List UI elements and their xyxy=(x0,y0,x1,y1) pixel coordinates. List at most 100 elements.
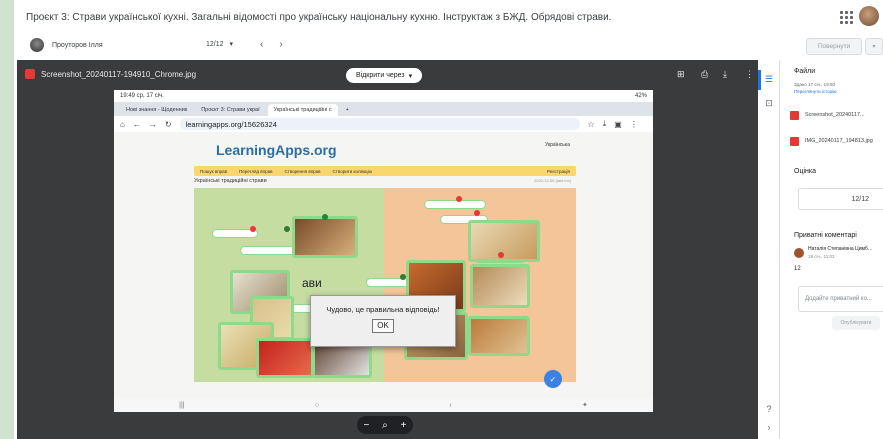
google-apps-icon[interactable] xyxy=(839,10,853,24)
attached-file[interactable]: IMG_20240117_194813.jpg xyxy=(790,134,883,148)
browser-url-row: ⌂ ← → ↻ learningapps.org/15626324 ☆ ⤓ ▣ … xyxy=(114,116,653,132)
connector-dot xyxy=(498,252,504,258)
food-card xyxy=(468,316,530,356)
prev-student-button[interactable]: ‹ xyxy=(260,39,263,50)
tabs-count-icon: ▣ xyxy=(614,119,622,129)
exercise-title: Українські традиційні страви xyxy=(194,178,267,184)
game-fragment-text: ави xyxy=(302,276,322,290)
assignment-header: Проєкт 3: Страви української кухні. Зага… xyxy=(14,0,883,34)
browser-tab: Проєкт 3: Страви украї xyxy=(195,104,266,116)
zoom-controls: − ⌕ + xyxy=(357,416,413,434)
screenshot-image: 19:49 ср, 17 січ. 42% Нові знання - Щоде… xyxy=(114,90,653,412)
answer-slot xyxy=(240,246,300,255)
food-card xyxy=(468,220,540,262)
accessibility-icon: ✦ xyxy=(581,402,588,409)
phone-status-bar: 19:49 ср, 17 січ. 42% xyxy=(114,90,653,102)
la-menu-item: Створити колекцію xyxy=(332,168,373,174)
zoom-in-button[interactable]: + xyxy=(401,420,407,431)
side-rail: ☰ ⊡ ? › xyxy=(758,60,780,439)
home-button-icon: ○ xyxy=(314,401,320,409)
learningapps-page: LearningApps.org Українська Пошук вправ … xyxy=(114,132,653,398)
status-battery: 42% xyxy=(634,93,647,99)
add-comment-icon[interactable]: ⊞ xyxy=(677,69,685,80)
comment-time: 19 січ., 11:03 xyxy=(808,254,835,259)
private-comment-input[interactable]: Додайте приватний ко... xyxy=(798,286,883,312)
help-icon[interactable]: ? xyxy=(763,404,775,416)
connector-dot xyxy=(284,226,290,232)
rubric-tab-icon[interactable]: ⊡ xyxy=(763,98,775,110)
grade-input[interactable]: 12/12 xyxy=(798,188,883,210)
return-dropdown-button[interactable]: ▾ xyxy=(865,38,883,55)
chevron-down-icon: ▾ xyxy=(229,41,234,48)
file-name: Screenshot_20240117... xyxy=(805,112,865,118)
food-card xyxy=(470,264,530,308)
la-language: Українська xyxy=(544,142,570,148)
exercise-date: 2020-12-06 (last mn) xyxy=(534,178,572,183)
matching-game-area: ави xyxy=(194,188,576,382)
image-file-icon xyxy=(25,69,35,79)
la-menu-bar: Пошук вправ Перегляд вправ Створення впр… xyxy=(194,166,576,176)
image-file-icon xyxy=(790,110,799,120)
student-name[interactable]: Проуторов Ілля xyxy=(52,42,103,49)
download-icon[interactable]: ⤓ xyxy=(723,69,727,80)
recents-icon: ||| xyxy=(179,401,185,409)
food-card xyxy=(292,216,358,258)
student-toolbar: Проуторов Ілля 12/12 ▾ ‹ › xyxy=(14,34,883,56)
open-with-label: Відкрити через xyxy=(356,72,405,79)
classroom-grading-window: Проєкт 3: Страви української кухні. Зага… xyxy=(14,0,883,439)
zoom-out-button[interactable]: − xyxy=(363,420,369,431)
rail-active-indicator xyxy=(758,70,761,90)
la-search: Пошук вправ xyxy=(200,168,228,174)
post-comment-button[interactable]: Опублікувати xyxy=(832,316,880,330)
la-menu-item: Перегляд вправ xyxy=(239,168,273,174)
browser-tab: Нові знання - Щоденник xyxy=(120,104,194,116)
new-tab-icon: + xyxy=(339,104,355,116)
print-icon[interactable]: ⎙ xyxy=(701,69,708,80)
zoom-icon: ⌕ xyxy=(382,419,388,431)
commenter-name: Наталія Степанівна Цимб… xyxy=(808,246,873,252)
star-icon: ☆ xyxy=(587,119,595,129)
download-icon: ⤓ xyxy=(602,119,607,128)
home-icon: ⌂ xyxy=(120,119,125,129)
student-nav: ‹ › xyxy=(260,39,283,50)
check-answer-button: ✓ xyxy=(544,370,562,388)
assignment-title: Проєкт 3: Страви української кухні. Зага… xyxy=(26,11,612,23)
browser-tab-strip: Нові знання - Щоденник Проєкт 3: Страви … xyxy=(114,102,653,116)
viewer-filename: Screenshot_20240117-194910_Chrome.jpg xyxy=(41,69,197,79)
next-student-button[interactable]: › xyxy=(279,39,282,50)
connector-dot xyxy=(250,226,256,232)
food-card xyxy=(256,338,314,378)
connector-dot xyxy=(322,214,328,220)
image-file-icon xyxy=(790,136,799,146)
dialog-message: Чудово, це правильна відповідь! xyxy=(326,305,440,314)
files-meta: Здано 17 січ., 19:50 xyxy=(794,82,835,87)
status-time: 19:49 ср, 17 січ. xyxy=(120,93,164,99)
grade-value: 12/12 xyxy=(851,195,869,203)
chevron-down-icon: ▾ xyxy=(408,72,413,80)
more-options-icon[interactable]: ⋮ xyxy=(745,69,754,80)
la-header: LearningApps.org Українська xyxy=(194,134,576,166)
attached-file[interactable]: Screenshot_20240117... xyxy=(790,108,883,122)
menu-icon: ⋮ xyxy=(629,119,638,129)
answer-slot xyxy=(424,200,486,209)
viewer-toolbar: Screenshot_20240117-194910_Chrome.jpg Ві… xyxy=(17,60,758,88)
url-field: learningapps.org/15626324 xyxy=(179,118,580,130)
alert-dialog: Чудово, це правильна відповідь! OK xyxy=(310,295,456,347)
browser-tab-active: Українські традиційні с xyxy=(267,104,338,116)
collapse-icon[interactable]: › xyxy=(763,422,775,434)
student-avatar xyxy=(30,38,44,52)
student-grade-value: 12/12 xyxy=(206,40,224,48)
files-title: Файли xyxy=(794,68,816,75)
return-button[interactable]: Повернути xyxy=(806,38,862,55)
back-icon: ← xyxy=(132,119,141,129)
open-with-button[interactable]: Відкрити через ▾ xyxy=(346,68,423,83)
files-tab-icon[interactable]: ☰ xyxy=(763,74,775,86)
account-avatar[interactable] xyxy=(859,6,879,26)
history-link[interactable]: Переглянути історію xyxy=(794,89,837,94)
file-name: IMG_20240117_194813.jpg xyxy=(805,138,873,144)
student-grade-select[interactable]: 12/12 ▾ xyxy=(206,40,234,49)
commenter-avatar xyxy=(794,248,804,258)
la-logo: LearningApps.org xyxy=(216,142,337,158)
connector-dot xyxy=(474,210,480,216)
comments-title: Приватні коментарі xyxy=(794,232,857,239)
